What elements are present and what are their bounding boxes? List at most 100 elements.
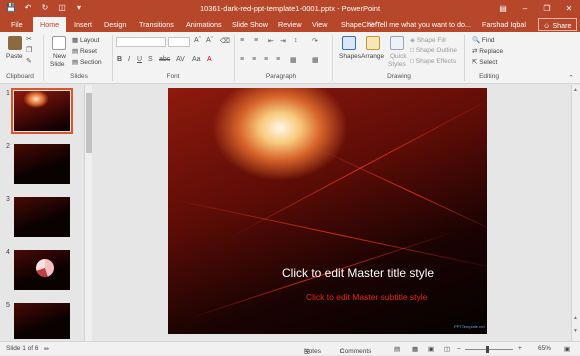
line-spacing-icon[interactable]: ↕ bbox=[294, 37, 298, 44]
slide-subtitle-placeholder[interactable]: Click to edit Master subtitle style bbox=[306, 292, 427, 302]
numbering-icon[interactable]: ≡ bbox=[254, 37, 258, 44]
editing-group-label: Editing bbox=[479, 73, 499, 80]
tab-design[interactable]: Design bbox=[104, 17, 126, 32]
shrink-font-icon[interactable]: Aˇ bbox=[206, 37, 213, 44]
user-name[interactable]: Farshad Iqbal bbox=[482, 17, 526, 32]
slide-count: Slide 1 of 6 bbox=[6, 345, 39, 352]
copy-icon[interactable]: ❐ bbox=[26, 46, 32, 54]
select-button[interactable]: ⇱ Select bbox=[472, 58, 497, 66]
normal-view-icon[interactable]: ▤ bbox=[394, 345, 400, 353]
thumbnails-scrollbar[interactable] bbox=[84, 85, 92, 341]
tab-animations[interactable]: Animations bbox=[186, 17, 222, 32]
scroll-up-icon[interactable]: ▲ bbox=[573, 87, 578, 93]
slide-thumbnail-3[interactable] bbox=[14, 197, 70, 237]
quick-styles-button-line2[interactable]: Styles bbox=[388, 61, 406, 68]
slide-thumbnail-5[interactable] bbox=[14, 303, 70, 339]
justify-icon[interactable]: ≡ bbox=[276, 56, 280, 63]
align-left-icon[interactable]: ≡ bbox=[240, 56, 244, 63]
new-slide-button-line2[interactable]: Slide bbox=[50, 61, 64, 68]
paste-button[interactable]: Paste bbox=[6, 53, 23, 60]
previous-slide-icon[interactable]: ▲ bbox=[573, 315, 578, 321]
shape-fill-button[interactable]: ◈ Shape Fill bbox=[410, 36, 446, 44]
editor-scrollbar[interactable]: ▲ ▲ ▼ bbox=[571, 85, 580, 341]
columns-icon[interactable]: ▦ bbox=[290, 56, 297, 64]
italic-icon[interactable]: I bbox=[128, 56, 130, 63]
arrange-button[interactable]: Arrange bbox=[361, 53, 384, 60]
strikethrough-icon[interactable]: abc bbox=[159, 56, 170, 63]
slide-thumbnail-2[interactable] bbox=[14, 144, 70, 184]
slide-thumbnail-4[interactable] bbox=[14, 250, 70, 290]
paste-icon[interactable] bbox=[8, 36, 22, 50]
share-button[interactable]: ☺ Share bbox=[538, 18, 577, 31]
restore-icon[interactable]: ❐ bbox=[536, 0, 558, 17]
ribbon-display-icon[interactable]: ▤ bbox=[492, 0, 514, 17]
format-painter-icon[interactable]: ✎ bbox=[26, 57, 32, 65]
pie-chart-graphic bbox=[36, 259, 54, 277]
font-name-input[interactable] bbox=[116, 37, 166, 47]
collapse-ribbon-icon[interactable]: ⌃ bbox=[568, 74, 574, 82]
reset-button[interactable]: ▤ Reset bbox=[72, 47, 97, 55]
shadow-icon[interactable]: S bbox=[148, 56, 153, 63]
close-icon[interactable]: ✕ bbox=[558, 0, 580, 17]
tab-insert[interactable]: Insert bbox=[74, 17, 92, 32]
font-size-input[interactable] bbox=[168, 37, 190, 47]
tab-transitions[interactable]: Transitions bbox=[139, 17, 174, 32]
find-button[interactable]: 🔍 Find bbox=[472, 36, 495, 44]
shapes-button[interactable]: Shapes bbox=[339, 53, 361, 60]
scrollbar-thumb[interactable] bbox=[86, 93, 92, 153]
slide-sorter-icon[interactable]: ▦ bbox=[412, 345, 418, 353]
next-slide-icon[interactable]: ▼ bbox=[573, 328, 578, 334]
spell-check-icon[interactable]: ✏ bbox=[44, 345, 49, 353]
decorative-beam bbox=[168, 198, 487, 270]
slide-canvas[interactable]: Click to edit Master title style Click t… bbox=[168, 88, 487, 334]
decrease-indent-icon[interactable]: ⇤ bbox=[268, 37, 274, 45]
fit-to-window-icon[interactable]: ▣ bbox=[564, 345, 570, 353]
slide-thumbnail-1[interactable] bbox=[11, 88, 73, 134]
text-direction-icon[interactable]: ↷ bbox=[312, 37, 318, 45]
zoom-slider-track[interactable] bbox=[465, 349, 513, 350]
zoom-level[interactable]: 65% bbox=[538, 345, 551, 352]
tell-me-box[interactable]: ☉ Tell me what you want to do... bbox=[368, 17, 471, 32]
shape-effects-button[interactable]: □ Shape Effects bbox=[410, 58, 456, 65]
quick-styles-icon[interactable] bbox=[390, 36, 404, 50]
slideshow-view-icon[interactable]: ◫ bbox=[444, 345, 450, 353]
tab-view[interactable]: View bbox=[312, 17, 327, 32]
zoom-slider-knob[interactable] bbox=[486, 346, 489, 353]
new-slide-icon[interactable] bbox=[52, 36, 66, 50]
replace-button[interactable]: ⇄ Replace bbox=[472, 47, 503, 55]
group-divider bbox=[112, 35, 113, 81]
slide-title-placeholder[interactable]: Click to edit Master title style bbox=[282, 266, 434, 280]
increase-indent-icon[interactable]: ⇥ bbox=[280, 37, 286, 45]
shape-outline-button[interactable]: □ Shape Outline bbox=[410, 47, 457, 54]
shapes-icon[interactable] bbox=[342, 36, 356, 50]
grow-font-icon[interactable]: Aˆ bbox=[194, 37, 201, 44]
paragraph-group-label: Paragraph bbox=[265, 73, 297, 80]
cut-icon[interactable]: ✂ bbox=[26, 35, 32, 43]
thumbnail-number: 3 bbox=[6, 196, 10, 203]
arrange-icon[interactable] bbox=[366, 36, 380, 50]
zoom-in-icon[interactable]: + bbox=[518, 345, 522, 352]
bold-icon[interactable]: B bbox=[117, 56, 122, 63]
shape-fill-icon: ◈ bbox=[410, 37, 417, 44]
character-spacing-icon[interactable]: AV bbox=[176, 56, 185, 63]
zoom-out-icon[interactable]: – bbox=[457, 345, 461, 352]
align-right-icon[interactable]: ≡ bbox=[264, 56, 268, 63]
group-divider bbox=[43, 35, 44, 81]
layout-button[interactable]: ▦ Layout bbox=[72, 36, 99, 44]
tab-slide-show[interactable]: Slide Show bbox=[232, 17, 268, 32]
font-color-icon[interactable]: A bbox=[207, 56, 212, 63]
quick-styles-button[interactable]: Quick bbox=[390, 53, 407, 60]
underline-icon[interactable]: U bbox=[137, 56, 142, 63]
tab-review[interactable]: Review bbox=[278, 17, 302, 32]
section-button[interactable]: ▤ Section bbox=[72, 58, 102, 66]
tab-file[interactable]: File bbox=[11, 17, 23, 32]
smartart-icon[interactable]: ▦ bbox=[312, 56, 319, 64]
bullets-icon[interactable]: ≡ bbox=[240, 37, 244, 44]
reading-view-icon[interactable]: ▣ bbox=[428, 345, 434, 353]
align-center-icon[interactable]: ≡ bbox=[252, 56, 256, 63]
clear-formatting-icon[interactable]: ⌫ bbox=[220, 37, 230, 45]
minimize-icon[interactable]: – bbox=[514, 0, 536, 17]
tab-home[interactable]: Home bbox=[33, 17, 67, 32]
change-case-icon[interactable]: Aa bbox=[192, 56, 201, 63]
new-slide-button[interactable]: New bbox=[53, 53, 66, 60]
